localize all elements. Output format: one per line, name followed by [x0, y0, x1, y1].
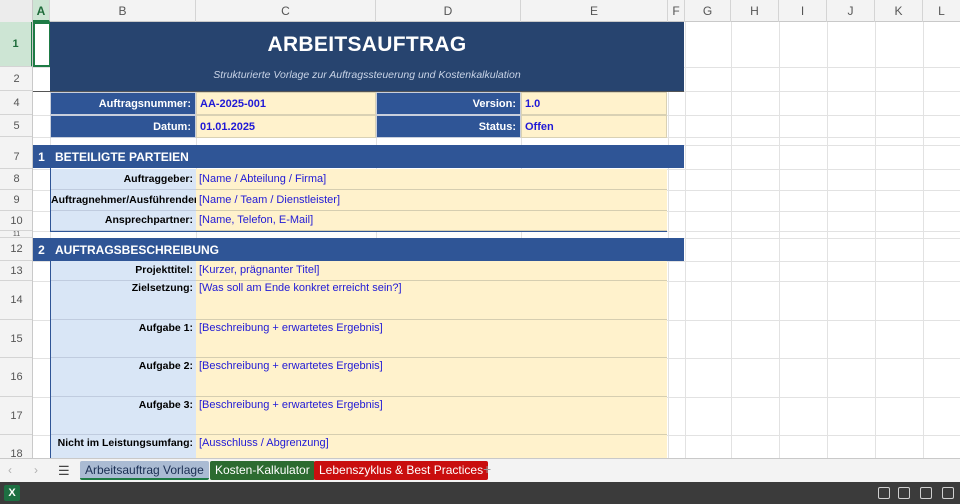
ansprechpartner-cell[interactable]: [Name, Telefon, E-Mail] — [196, 211, 667, 231]
add-sheet-icon[interactable]: + — [483, 461, 491, 477]
page-layout-icon[interactable] — [920, 487, 932, 499]
nicht-im-leistungsumfang-label: Nicht im Leistungsumfang: — [51, 435, 196, 458]
ansprechpartner-label: Ansprechpartner: — [51, 211, 196, 231]
column-header-f[interactable]: F — [668, 0, 685, 22]
section-number: 2 — [38, 242, 45, 257]
column-header-k[interactable]: K — [875, 0, 923, 22]
column-header-i[interactable]: I — [779, 0, 827, 22]
row-header-17[interactable]: 17 — [0, 397, 32, 435]
column-header-h[interactable]: H — [731, 0, 779, 22]
sheet-list-menu-icon[interactable]: ☰ — [58, 463, 70, 479]
nicht-im-leistungsumfang-cell[interactable]: [Ausschluss / Abgrenzung] — [196, 435, 667, 458]
row-header-9[interactable]: 9 — [0, 190, 32, 211]
select-all-corner[interactable] — [0, 0, 33, 22]
aufgabe-1-label: Aufgabe 1: — [51, 320, 196, 358]
status-cell[interactable]: Offen — [521, 115, 667, 138]
row-header-18[interactable]: 18 — [0, 435, 32, 458]
page-subtitle: Strukturierte Vorlage zur Auftragssteuer… — [213, 69, 521, 81]
page-title: ARBEITSAUFTRAG — [267, 33, 467, 56]
projekttitel-cell[interactable]: [Kurzer, prägnanter Titel] — [196, 261, 667, 281]
aufgabe-2-label: Aufgabe 2: — [51, 358, 196, 397]
spreadsheet-grid[interactable]: ARBEITSAUFTRAG Strukturierte Vorlage zur… — [33, 22, 960, 458]
datum-label: Datum: — [50, 115, 196, 138]
row-header-2[interactable]: 2 — [0, 67, 32, 91]
section-header-auftragsbeschreibung: 2 AUFTRAGSBESCHREIBUNG — [33, 238, 684, 261]
column-header-a[interactable]: A — [33, 0, 50, 22]
column-header-b[interactable]: B — [50, 0, 196, 22]
section-number: 1 — [38, 149, 45, 164]
zielsetzung-cell[interactable]: [Was soll am Ende konkret erreicht sein?… — [196, 281, 667, 320]
auftraggeber-cell[interactable]: [Name / Abteilung / Firma] — [196, 169, 667, 190]
row-header-12[interactable]: 12 — [0, 238, 32, 261]
row-header-7[interactable]: 7 — [0, 145, 32, 169]
aufgabe-2-cell[interactable]: [Beschreibung + erwartetes Ergebnis] — [196, 358, 667, 397]
column-header-c[interactable]: C — [196, 0, 376, 22]
auftragsnummer-label: Auftragsnummer: — [50, 92, 196, 115]
version-label: Version: — [376, 92, 521, 115]
section-title: BETEILIGTE PARTEIEN — [55, 149, 189, 164]
status-label: Status: — [376, 115, 521, 138]
next-sheet-icon[interactable]: › — [34, 463, 38, 477]
auftragsnummer-cell[interactable]: AA-2025-001 — [196, 92, 376, 115]
auftragnehmer-cell[interactable]: [Name / Team / Dienstleister] — [196, 190, 667, 211]
tab-kosten-kalkulator[interactable]: Kosten-Kalkulator — [210, 461, 315, 480]
aufgabe-3-label: Aufgabe 3: — [51, 397, 196, 435]
column-header-d[interactable]: D — [376, 0, 521, 22]
column-header-g[interactable]: G — [685, 0, 731, 22]
excel-app-icon[interactable]: X — [4, 485, 20, 501]
tab-arbeitsauftrag-vorlage[interactable]: Arbeitsauftrag Vorlage — [80, 461, 209, 480]
row-header-11[interactable]: 11 — [0, 231, 32, 238]
row-header-1[interactable]: 1 — [0, 22, 32, 67]
tab-lebenszyklus-best-practices[interactable]: Lebenszyklus & Best Practices — [314, 461, 489, 480]
auftragnehmer-label: Auftragnehmer/Ausführender: — [51, 190, 202, 211]
aufgabe-1-cell[interactable]: [Beschreibung + erwartetes Ergebnis] — [196, 320, 667, 358]
row-header-10[interactable]: 10 — [0, 211, 32, 231]
version-cell[interactable]: 1.0 — [521, 92, 667, 115]
aufgabe-3-cell[interactable]: [Beschreibung + erwartetes Ergebnis] — [196, 397, 667, 435]
auftraggeber-label: Auftraggeber: — [51, 169, 196, 190]
row-header-5[interactable]: 5 — [0, 115, 32, 137]
row-header-8[interactable]: 8 — [0, 169, 32, 190]
sheet-tabs-bar: ‹ › ☰ Arbeitsauftrag Vorlage Kosten-Kalk… — [0, 458, 960, 482]
selected-cell-a1[interactable] — [33, 22, 51, 67]
row-header-14[interactable]: 14 — [0, 281, 32, 320]
row-header-15[interactable]: 15 — [0, 320, 32, 358]
taskbar: X — [0, 482, 960, 504]
row-header-16[interactable]: 16 — [0, 358, 32, 397]
row-header-13[interactable]: 13 — [0, 261, 32, 281]
projekttitel-label: Projekttitel: — [51, 261, 196, 281]
column-header-l[interactable]: L — [923, 0, 960, 22]
column-header: A B C D E F G H I J K L — [0, 0, 960, 22]
prev-sheet-icon[interactable]: ‹ — [8, 463, 12, 477]
column-header-e[interactable]: E — [521, 0, 668, 22]
save-status-icon[interactable] — [898, 487, 910, 499]
view-mode-icon[interactable] — [942, 487, 954, 499]
zielsetzung-label: Zielsetzung: — [51, 281, 196, 320]
section-title: AUFTRAGSBESCHREIBUNG — [55, 242, 220, 257]
row-header: 1 2 4 5 7 8 9 10 11 12 13 14 15 16 17 18 — [0, 22, 33, 458]
row-header-4[interactable]: 4 — [0, 91, 32, 115]
section-header-beteiligte-parteien: 1 BETEILIGTE PARTEIEN — [33, 145, 684, 168]
accessibility-icon[interactable] — [878, 487, 890, 499]
datum-cell[interactable]: 01.01.2025 — [196, 115, 376, 138]
column-header-j[interactable]: J — [827, 0, 875, 22]
